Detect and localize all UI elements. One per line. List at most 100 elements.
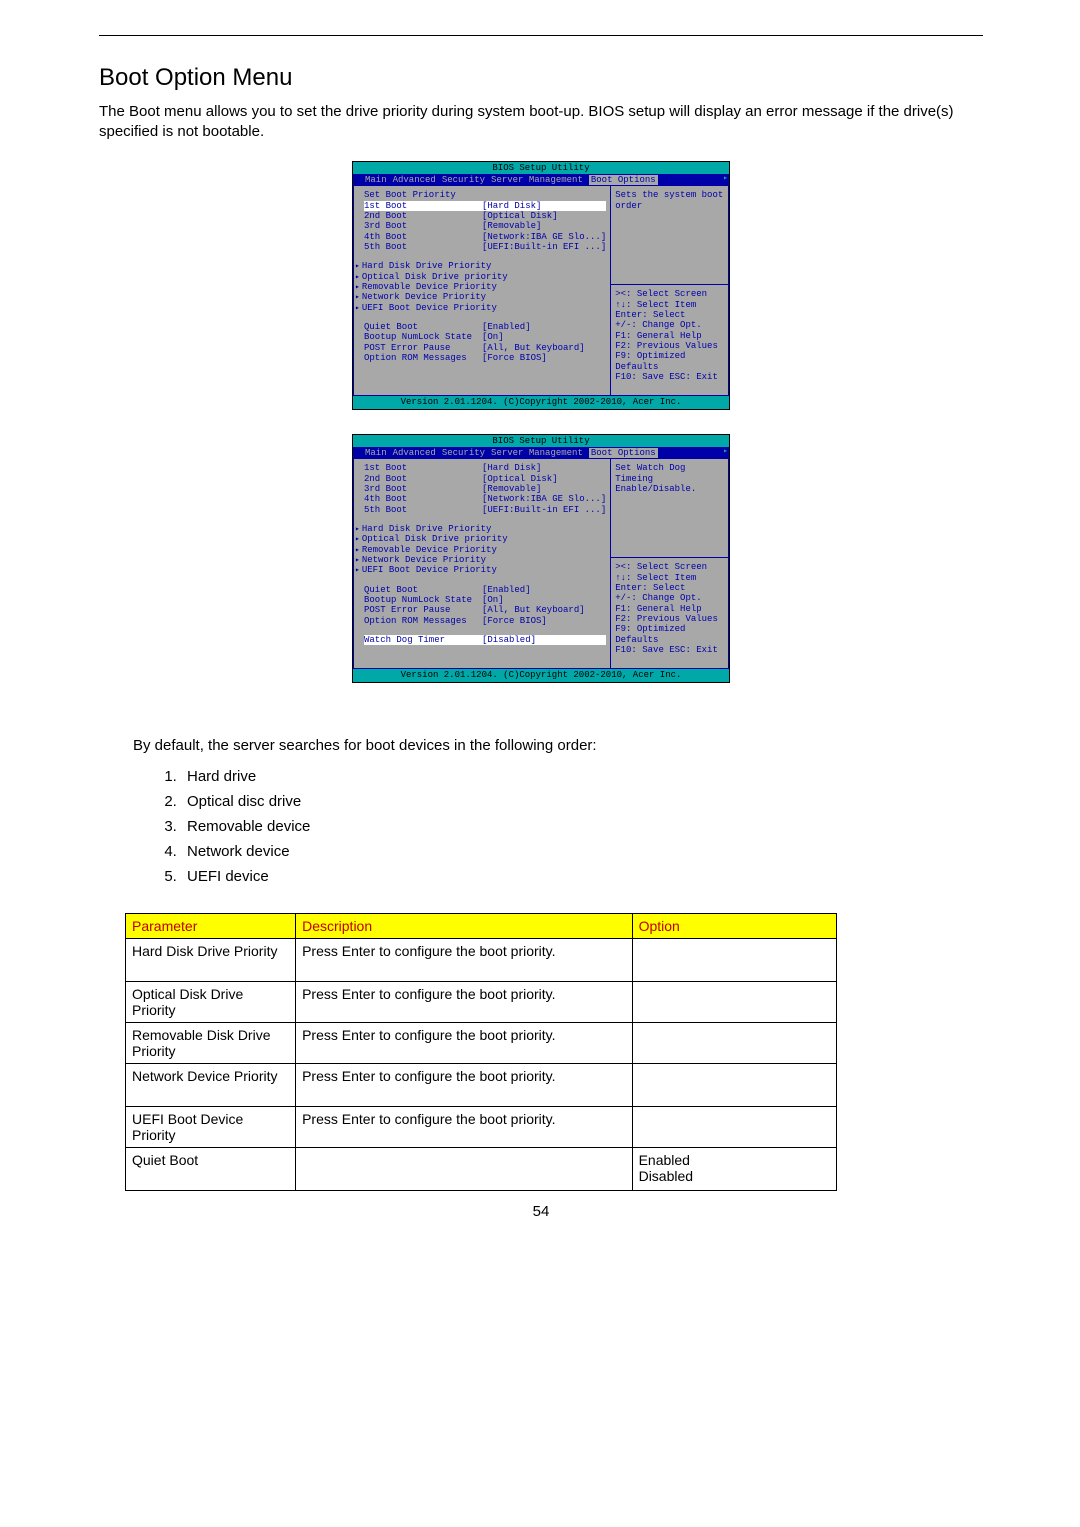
submenu-item: Optical Disk Drive priority (364, 272, 606, 282)
setting-label: Bootup NumLock State (364, 595, 482, 605)
bios-tab: Security (442, 448, 485, 458)
boot-value: [UEFI:Built-in EFI ...] (482, 242, 606, 252)
boot-label: 5th Boot (364, 505, 482, 515)
setting-value: [Enabled] (482, 585, 531, 595)
table-row: Optical Disk Drive Priority Press Enter … (126, 981, 837, 1022)
setting-label: POST Error Pause (364, 343, 482, 353)
setting-value: [All, But Keyboard] (482, 343, 585, 353)
bios-tab-active: Boot Options (589, 448, 658, 458)
key-line: +/-: Change Opt. (615, 593, 724, 603)
boot-label: 3rd Boot (364, 221, 482, 231)
key-line: ↑↓: Select Item (615, 573, 724, 583)
setting-value: [On] (482, 332, 504, 342)
key-line: +/-: Change Opt. (615, 320, 724, 330)
list-item: Optical disc drive (181, 789, 983, 814)
bios-title: BIOS Setup Utility (353, 162, 729, 174)
boot-order-list: Hard drive Optical disc drive Removable … (147, 764, 983, 889)
tab-scroll-right-icon: ▸ (723, 447, 728, 456)
submenu-item: UEFI Boot Device Priority (364, 565, 606, 575)
setting-label: POST Error Pause (364, 605, 482, 615)
set-boot-priority-header: Set Boot Priority (364, 190, 482, 200)
key-line: ><: Select Screen (615, 562, 724, 572)
key-line: F10: Save ESC: Exit (615, 372, 724, 382)
list-item: Hard drive (181, 764, 983, 789)
th-description: Description (296, 913, 632, 938)
cell-option (632, 1106, 836, 1147)
submenu-item: Optical Disk Drive priority (364, 534, 606, 544)
boot-value: [Removable] (482, 221, 541, 231)
boot-value: [Removable] (482, 484, 541, 494)
table-row: Removable Disk Drive Priority Press Ente… (126, 1022, 837, 1063)
key-line: F1: General Help (615, 331, 724, 341)
bios-tab-active: Boot Options (589, 175, 658, 185)
setting-value: [Force BIOS] (482, 353, 547, 363)
bios-screenshot-2: BIOS Setup Utility Main Advanced Securit… (352, 434, 730, 683)
cell-param: UEFI Boot Device Priority (126, 1106, 296, 1147)
key-line: F9: Optimized Defaults (615, 351, 724, 372)
list-item: Network device (181, 839, 983, 864)
submenu-item: Network Device Priority (364, 292, 606, 302)
setting-value: [Force BIOS] (482, 616, 547, 626)
top-divider (99, 35, 983, 36)
table-row: Quiet Boot Enabled Disabled (126, 1147, 837, 1190)
cell-desc (296, 1147, 632, 1190)
boot-label: 4th Boot (364, 232, 482, 242)
key-line: Enter: Select (615, 583, 724, 593)
list-item: UEFI device (181, 864, 983, 889)
key-line: ↑↓: Select Item (615, 300, 724, 310)
page-number: 54 (99, 1203, 983, 1220)
cell-param: Network Device Priority (126, 1063, 296, 1106)
key-line: F10: Save ESC: Exit (615, 645, 724, 655)
bios-title: BIOS Setup Utility (353, 435, 729, 447)
cell-desc: Press Enter to configure the boot priori… (296, 1022, 632, 1063)
intro-paragraph: The Boot menu allows you to set the driv… (99, 102, 983, 143)
submenu-item: Removable Device Priority (364, 545, 606, 555)
boot-label: 3rd Boot (364, 484, 482, 494)
boot-label: 1st Boot (364, 201, 482, 211)
setting-value: [On] (482, 595, 504, 605)
submenu-item: Hard Disk Drive Priority (364, 261, 606, 271)
cell-option (632, 981, 836, 1022)
setting-value: [Enabled] (482, 322, 531, 332)
submenu-item: Removable Device Priority (364, 282, 606, 292)
bios-tab: Security (442, 175, 485, 185)
bios-help-text: Sets the system boot order (611, 186, 728, 285)
boot-value: [Network:IBA GE Slo...] (482, 232, 606, 242)
table-row: Network Device Priority Press Enter to c… (126, 1063, 837, 1106)
bios-tabs: Main Advanced Security Server Management… (353, 174, 729, 186)
bios-key-help: ><: Select Screen ↑↓: Select Item Enter:… (611, 285, 728, 395)
bios-tab: Main (365, 175, 387, 185)
tab-scroll-right-icon: ▸ (723, 174, 728, 183)
table-row: UEFI Boot Device Priority Press Enter to… (126, 1106, 837, 1147)
cell-desc: Press Enter to configure the boot priori… (296, 981, 632, 1022)
cell-option (632, 938, 836, 981)
bios-tab: Advanced (393, 175, 436, 185)
bios-key-help: ><: Select Screen ↑↓: Select Item Enter:… (611, 558, 728, 668)
boot-value: [Optical Disk] (482, 211, 558, 221)
submenu-item: Network Device Priority (364, 555, 606, 565)
bios-screenshot-1: BIOS Setup Utility Main Advanced Securit… (352, 161, 730, 410)
th-parameter: Parameter (126, 913, 296, 938)
bios-footer: Version 2.01.1204. (C)Copyright 2002-201… (353, 669, 729, 681)
setting-label: Quiet Boot (364, 585, 482, 595)
boot-label: 5th Boot (364, 242, 482, 252)
boot-value: [UEFI:Built-in EFI ...] (482, 505, 606, 515)
setting-label: Bootup NumLock State (364, 332, 482, 342)
wdt-value: [Disabled] (482, 635, 536, 645)
bios-tab: Server Management (491, 448, 583, 458)
boot-value: [Optical Disk] (482, 474, 558, 484)
submenu-item: Hard Disk Drive Priority (364, 524, 606, 534)
boot-value: [Hard Disk] (482, 463, 541, 473)
boot-value: [Network:IBA GE Slo...] (482, 494, 606, 504)
cell-param: Removable Disk Drive Priority (126, 1022, 296, 1063)
setting-label: Option ROM Messages (364, 616, 482, 626)
boot-value: [Hard Disk] (482, 201, 541, 211)
key-line: F1: General Help (615, 604, 724, 614)
setting-value: [All, But Keyboard] (482, 605, 585, 615)
cell-param: Optical Disk Drive Priority (126, 981, 296, 1022)
boot-label: 2nd Boot (364, 474, 482, 484)
bios-tab: Main (365, 448, 387, 458)
bios-tabs: Main Advanced Security Server Management… (353, 447, 729, 459)
key-line: F2: Previous Values (615, 614, 724, 624)
bios-tab: Advanced (393, 448, 436, 458)
